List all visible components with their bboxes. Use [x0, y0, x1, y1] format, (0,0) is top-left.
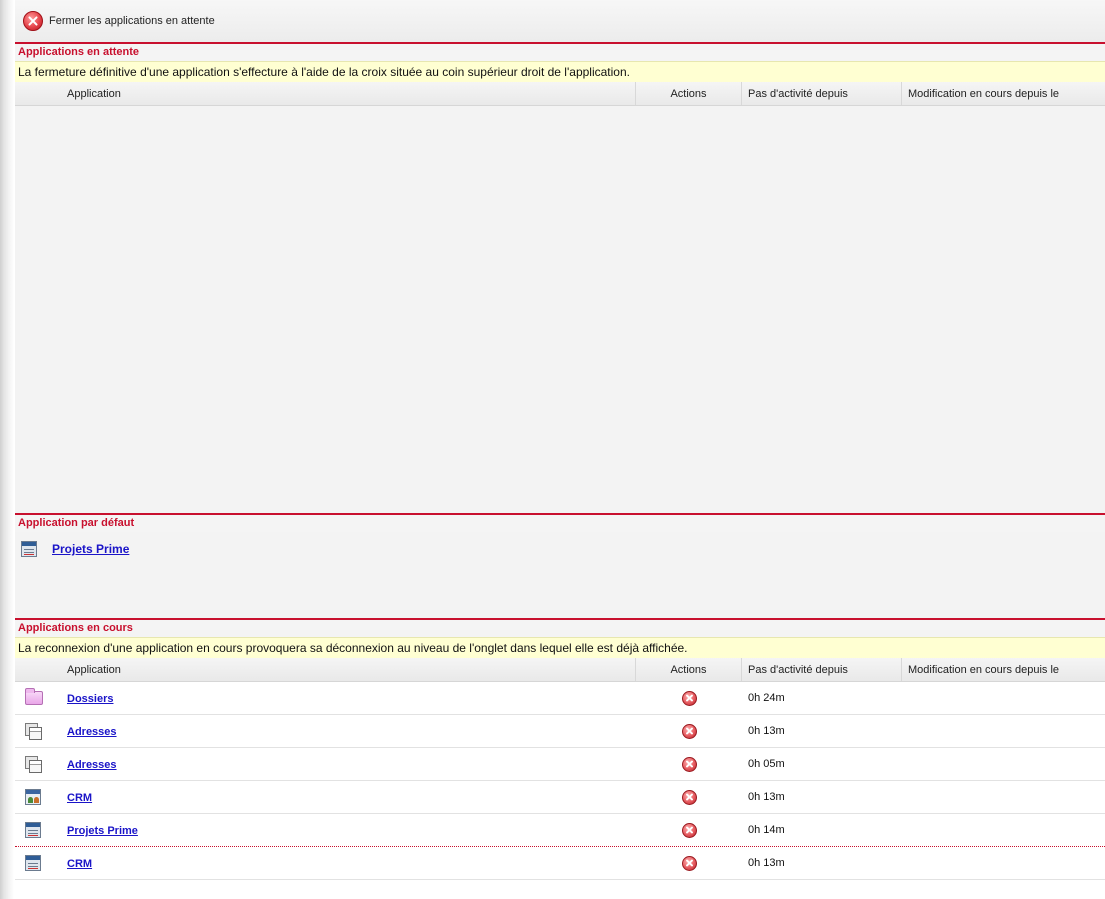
header-application: Application [59, 658, 636, 681]
pending-list-empty [15, 106, 1105, 513]
close-app-icon[interactable] [681, 822, 697, 838]
app-link-crm[interactable]: CRM [67, 858, 92, 870]
address-cards-icon [25, 723, 42, 740]
close-pending-apps-button[interactable]: Fermer les applications en attente [23, 11, 215, 31]
close-app-icon[interactable] [681, 756, 697, 772]
running-section-title: Applications en cours [15, 620, 1105, 637]
header-application: Application [59, 82, 636, 105]
toolbar: Fermer les applications en attente [15, 0, 1105, 44]
app-link-crm[interactable]: CRM [67, 792, 92, 804]
inactive-since-value: 0h 13m [748, 725, 785, 737]
window-icon [21, 541, 37, 557]
folder-icon [25, 688, 43, 705]
header-modified-since: Modification en cours depuis le [908, 88, 1060, 100]
table-row: Adresses 0h 13m [15, 715, 1105, 748]
table-row: Adresses 0h 05m [15, 748, 1105, 781]
table-row: CRM 0h 13m [15, 847, 1105, 880]
close-app-icon[interactable] [681, 690, 697, 706]
running-notice: La reconnexion d'une application en cour… [15, 637, 1105, 658]
window-icon [25, 855, 41, 871]
inactive-since-value: 0h 24m [748, 692, 785, 704]
close-pending-apps-label: Fermer les applications en attente [49, 15, 215, 27]
default-app-area: Projets Prime [15, 532, 1105, 618]
table-row: CRM 0h 13m [15, 781, 1105, 814]
header-icon-cell [15, 658, 59, 681]
applications-panel: Fermer les applications en attente Appli… [15, 0, 1105, 899]
header-actions: Actions [636, 658, 742, 681]
close-app-icon[interactable] [681, 789, 697, 805]
header-actions: Actions [636, 82, 742, 105]
inactive-since-value: 0h 14m [748, 824, 785, 836]
app-link-projets-prime[interactable]: Projets Prime [67, 825, 138, 837]
header-inactive-since: Pas d'activité depuis [742, 658, 902, 681]
app-link-dossiers[interactable]: Dossiers [67, 693, 113, 705]
header-icon-cell [15, 82, 59, 105]
running-table-header: Application Actions Pas d'activité depui… [15, 658, 1105, 682]
header-modified-since: Modification en cours depuis le [908, 664, 1060, 676]
inactive-since-value: 0h 13m [748, 857, 785, 869]
table-row: Projets Prime 0h 14m [15, 814, 1105, 847]
close-circle-icon [23, 11, 43, 31]
crm-icon [25, 789, 41, 805]
window-icon [25, 822, 41, 838]
pending-section-title: Applications en attente [15, 44, 1105, 61]
inactive-since-value: 0h 13m [748, 791, 785, 803]
inactive-since-value: 0h 05m [748, 758, 785, 770]
table-row: Dossiers 0h 24m [15, 682, 1105, 715]
app-link-adresses[interactable]: Adresses [67, 759, 117, 771]
default-section-title: Application par défaut [15, 515, 1105, 532]
left-edge-gutter [0, 0, 14, 899]
close-app-icon[interactable] [681, 723, 697, 739]
close-app-icon[interactable] [681, 855, 697, 871]
address-cards-icon [25, 756, 42, 773]
header-inactive-since: Pas d'activité depuis [742, 82, 902, 105]
default-app-item: Projets Prime [21, 541, 129, 557]
app-link-adresses[interactable]: Adresses [67, 726, 117, 738]
default-app-link[interactable]: Projets Prime [52, 542, 129, 556]
pending-table-header: Application Actions Pas d'activité depui… [15, 82, 1105, 106]
pending-notice: La fermeture définitive d'une applicatio… [15, 61, 1105, 82]
